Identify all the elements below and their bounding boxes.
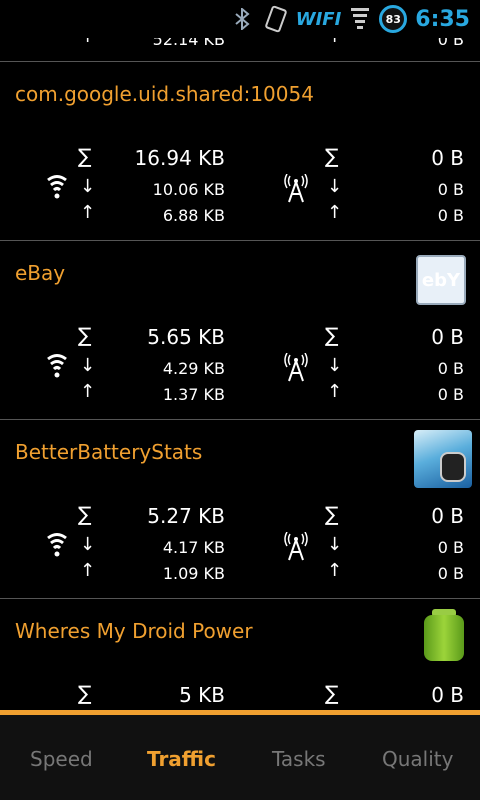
- tab-tasks[interactable]: Tasks: [272, 747, 326, 771]
- sum-symbol: ∑: [78, 681, 92, 705]
- ebay-logo-text: ebY: [421, 269, 461, 291]
- cell-tower-icon: [284, 532, 308, 561]
- wifi-icon: [47, 533, 67, 557]
- down-arrow: ↓: [327, 176, 343, 197]
- battery-status-icon: 83: [379, 5, 408, 33]
- app-name: eBay: [15, 261, 66, 285]
- wifi-down: 4.29 KB: [162, 359, 225, 378]
- mobile-up: 0 B: [437, 564, 464, 583]
- traffic-list[interactable]: ↑ 52.14 KB ↑ 0 B com.google.uid.shared:1…: [0, 0, 480, 710]
- sum-symbol: ∑: [325, 681, 339, 705]
- up-arrow: ↑: [327, 381, 343, 402]
- down-arrow: ↓: [327, 534, 343, 555]
- cell-tower-icon: [284, 353, 308, 382]
- bottom-tab-bar: Speed Traffic Tasks Quality: [0, 710, 480, 800]
- up-arrow: ↑: [80, 381, 96, 402]
- mobile-total: 0 B: [431, 683, 464, 707]
- mobile-up: 0 B: [437, 385, 464, 404]
- mobile-total: 0 B: [431, 146, 464, 170]
- mobile-up: 0 B: [437, 206, 464, 225]
- ebay-icon: ebY: [416, 255, 466, 305]
- wifi-total: 16.94 KB: [134, 146, 225, 170]
- bluetooth-icon: [235, 8, 250, 30]
- list-item[interactable]: com.google.uid.shared:10054 ∑ 16.94 KB ↓…: [0, 61, 480, 241]
- mobile-down: 0 B: [437, 538, 464, 557]
- sum-symbol: ∑: [325, 323, 339, 347]
- mobile-total: 0 B: [431, 504, 464, 528]
- betterbatterystats-icon: [414, 430, 472, 488]
- app-name: com.google.uid.shared:10054: [15, 82, 314, 106]
- wifi-total: 5 KB: [179, 683, 225, 707]
- up-arrow: ↑: [80, 202, 96, 223]
- list-item[interactable]: BetterBatteryStats ∑ 5.27 KB ↓ 4.17 KB ↑…: [0, 419, 480, 599]
- wifi-up: 1.37 KB: [162, 385, 225, 404]
- battery-icon: [422, 609, 466, 663]
- wifi-down: 10.06 KB: [152, 180, 225, 199]
- wifi-up: 1.09 KB: [162, 564, 225, 583]
- wifi-status-label: WIFI: [295, 8, 342, 30]
- signal-icon: [351, 8, 370, 29]
- up-arrow: ↑: [327, 202, 343, 223]
- mobile-down: 0 B: [437, 180, 464, 199]
- wifi-down: 4.17 KB: [162, 538, 225, 557]
- app-name: Wheres My Droid Power: [15, 619, 253, 643]
- down-arrow: ↓: [80, 355, 96, 376]
- status-bar: WIFI 83 6:35: [0, 0, 480, 38]
- up-arrow: ↑: [80, 560, 96, 581]
- list-item[interactable]: eBay ebY ∑ 5.65 KB ↓ 4.29 KB ↑ 1.37 KB ∑…: [0, 240, 480, 420]
- sum-symbol: ∑: [78, 144, 92, 168]
- cell-tower-icon: [284, 174, 308, 203]
- wifi-total: 5.27 KB: [147, 504, 225, 528]
- wifi-total: 5.65 KB: [147, 325, 225, 349]
- wifi-icon: [47, 354, 67, 378]
- wifi-icon: [47, 175, 67, 199]
- down-arrow: ↓: [327, 355, 343, 376]
- app-name: BetterBatteryStats: [15, 440, 203, 464]
- mobile-total: 0 B: [431, 325, 464, 349]
- tab-speed[interactable]: Speed: [30, 747, 93, 771]
- sum-symbol: ∑: [325, 502, 339, 526]
- up-arrow: ↑: [327, 560, 343, 581]
- mobile-down: 0 B: [437, 359, 464, 378]
- down-arrow: ↓: [80, 534, 96, 555]
- battery-level: 83: [385, 12, 401, 26]
- tab-quality[interactable]: Quality: [382, 747, 453, 771]
- sum-symbol: ∑: [325, 144, 339, 168]
- tab-traffic[interactable]: Traffic: [147, 747, 216, 771]
- sum-symbol: ∑: [78, 502, 92, 526]
- wifi-up: 6.88 KB: [162, 206, 225, 225]
- phone-icon: [264, 5, 287, 33]
- list-item[interactable]: Wheres My Droid Power ∑ 5 KB ∑ 0 B: [0, 598, 480, 710]
- down-arrow: ↓: [80, 176, 96, 197]
- sum-symbol: ∑: [78, 323, 92, 347]
- clock: 6:35: [415, 6, 470, 32]
